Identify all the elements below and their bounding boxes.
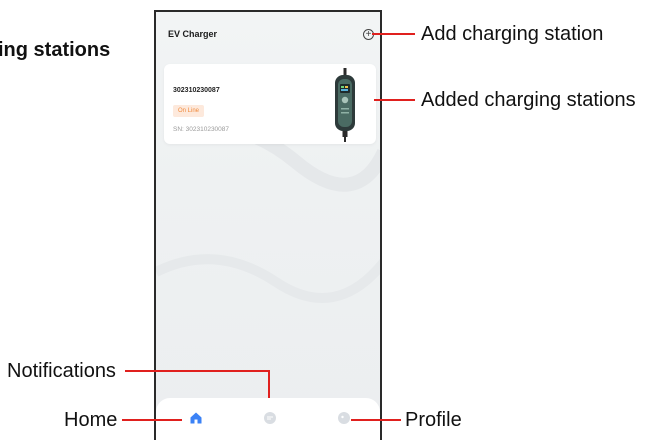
callout-line-profile	[351, 419, 401, 421]
callout-notifications: Notifications	[7, 360, 116, 382]
bottom-tab-bar	[156, 398, 380, 440]
status-badge: On Line	[173, 105, 205, 117]
callout-line-add	[372, 33, 415, 35]
station-serial: SN: 302310230087	[173, 126, 230, 133]
callout-line-added	[374, 99, 415, 101]
plus-icon: +	[365, 28, 372, 40]
callout-add-charging-station: Add charging station	[421, 23, 604, 45]
partial-heading: ing stations	[0, 39, 111, 61]
callout-profile: Profile	[405, 409, 462, 431]
tab-profile[interactable]	[334, 408, 354, 428]
station-name: 302310230087	[173, 87, 220, 94]
callout-line-notifications-h	[125, 370, 270, 372]
callout-line-home	[122, 419, 182, 421]
chat-bubble-icon	[264, 412, 276, 424]
callout-home: Home	[64, 409, 118, 431]
app-title: EV Charger	[168, 29, 218, 39]
station-card[interactable]: 302310230087 On Line SN: 302310230087	[164, 64, 376, 144]
tab-notifications[interactable]	[260, 408, 280, 428]
tab-home[interactable]	[186, 408, 206, 428]
home-icon	[190, 412, 202, 424]
charger-device-image	[335, 68, 355, 142]
callout-added-charging-stations: Added charging stations	[421, 89, 636, 111]
callout-line-notifications-v	[268, 370, 270, 398]
profile-icon	[338, 412, 350, 424]
